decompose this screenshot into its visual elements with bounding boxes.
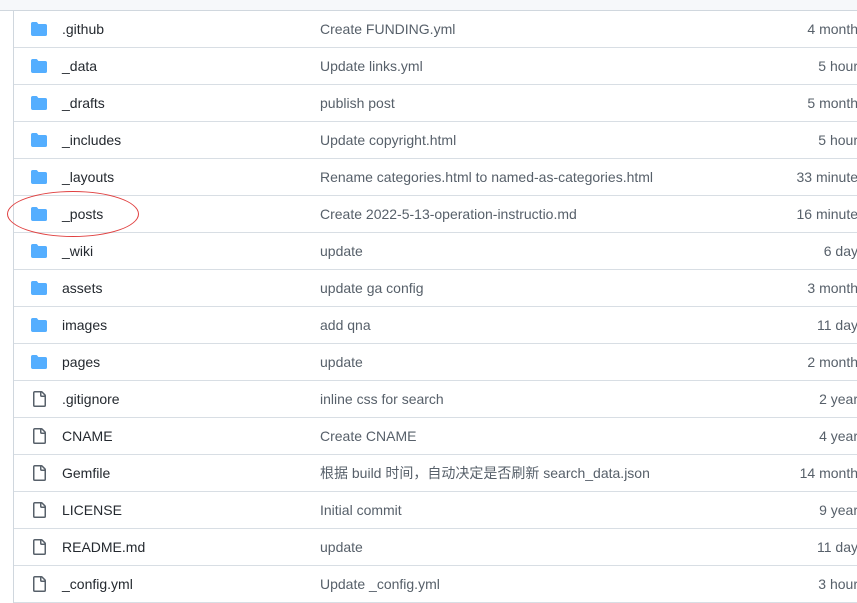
commit-message-link[interactable]: Create FUNDING.yml [320,11,455,47]
commit-message-link[interactable]: Initial commit [320,492,402,528]
file-name-link[interactable]: _layouts [62,159,114,195]
file-row-data[interactable]: _data Update links.yml 5 hour [14,48,857,85]
commit-age: 5 hour [818,132,857,148]
folder-icon [30,354,48,370]
folder-icon [30,95,48,111]
file-icon [30,391,48,407]
commit-age: 11 day [817,539,857,555]
file-name-link[interactable]: _posts [62,196,103,232]
file-name-link[interactable]: LICENSE [62,492,122,528]
commit-message-link[interactable]: publish post [320,85,395,121]
commit-age: 11 day [817,317,857,333]
folder-icon [30,58,48,74]
commit-message-link[interactable]: update [320,344,363,380]
file-name-link[interactable]: .github [62,11,104,47]
commit-age: 5 month [807,95,857,111]
file-name-link[interactable]: _drafts [62,85,105,121]
file-row-wiki[interactable]: _wiki update 6 day [14,233,857,270]
commit-message-link[interactable]: Create 2022-5-13-operation-instructio.md [320,196,577,232]
folder-icon [30,132,48,148]
file-row-drafts[interactable]: _drafts publish post 5 month [14,85,857,122]
commit-message-link[interactable]: update [320,233,363,269]
file-row-posts[interactable]: _posts Create 2022-5-13-operation-instru… [14,196,857,233]
folder-icon [30,21,48,37]
file-list-header [0,0,857,11]
commit-message-link[interactable]: add qna [320,307,371,343]
file-name-link[interactable]: _config.yml [62,566,133,602]
file-row-assets[interactable]: assets update ga config 3 month [14,270,857,307]
commit-message-link[interactable]: 根据 build 时间，自动决定是否刷新 search_data.json [320,455,650,491]
file-row-config[interactable]: _config.yml Update _config.yml 3 hour [14,566,857,603]
folder-icon [30,169,48,185]
commit-age: 3 month [807,280,857,296]
folder-icon [30,243,48,259]
file-name-link[interactable]: _data [62,48,97,84]
file-list: .github Create FUNDING.yml 4 month _data… [13,11,857,603]
file-row-readme[interactable]: README.md update 11 day [14,529,857,566]
file-row-license[interactable]: LICENSE Initial commit 9 year [14,492,857,529]
commit-age: 16 minute [796,206,857,222]
commit-message-link[interactable]: Update _config.yml [320,566,440,602]
file-icon [30,576,48,592]
file-row-gitignore[interactable]: .gitignore inline css for search 2 year [14,381,857,418]
commit-age: 33 minute [796,169,857,185]
file-row-pages[interactable]: pages update 2 month [14,344,857,381]
file-icon [30,539,48,555]
commit-age: 3 hour [818,576,857,592]
file-row-cname[interactable]: CNAME Create CNAME 4 year [14,418,857,455]
commit-age: 9 year [819,502,857,518]
commit-age: 14 month [799,465,857,481]
commit-message-link[interactable]: update [320,529,363,565]
commit-message-link[interactable]: Update copyright.html [320,122,456,158]
commit-message-link[interactable]: update ga config [320,270,424,306]
file-name-link[interactable]: images [62,307,107,343]
commit-message-link[interactable]: Update links.yml [320,48,423,84]
file-name-link[interactable]: CNAME [62,418,113,454]
file-icon [30,428,48,444]
file-name-link[interactable]: Gemfile [62,455,110,491]
commit-age: 5 hour [818,58,857,74]
file-row-github[interactable]: .github Create FUNDING.yml 4 month [14,11,857,48]
commit-age: 6 day [823,243,857,259]
file-name-link[interactable]: assets [62,270,102,306]
file-row-layouts[interactable]: _layouts Rename categories.html to named… [14,159,857,196]
file-name-link[interactable]: .gitignore [62,381,120,417]
commit-age: 2 year [819,391,857,407]
file-name-link[interactable]: _includes [62,122,121,158]
commit-message-link[interactable]: inline css for search [320,381,444,417]
file-row-images[interactable]: images add qna 11 day [14,307,857,344]
commit-age: 4 month [807,21,857,37]
folder-icon [30,317,48,333]
file-row-includes[interactable]: _includes Update copyright.html 5 hour [14,122,857,159]
file-name-link[interactable]: _wiki [62,233,93,269]
commit-message-link[interactable]: Rename categories.html to named-as-categ… [320,159,653,195]
file-row-gemfile[interactable]: Gemfile 根据 build 时间，自动决定是否刷新 search_data… [14,455,857,492]
file-icon [30,465,48,481]
folder-icon [30,206,48,222]
file-icon [30,502,48,518]
commit-age: 4 year [819,428,857,444]
commit-age: 2 month [807,354,857,370]
commit-message-link[interactable]: Create CNAME [320,418,416,454]
folder-icon [30,280,48,296]
file-name-link[interactable]: README.md [62,529,145,565]
file-name-link[interactable]: pages [62,344,100,380]
